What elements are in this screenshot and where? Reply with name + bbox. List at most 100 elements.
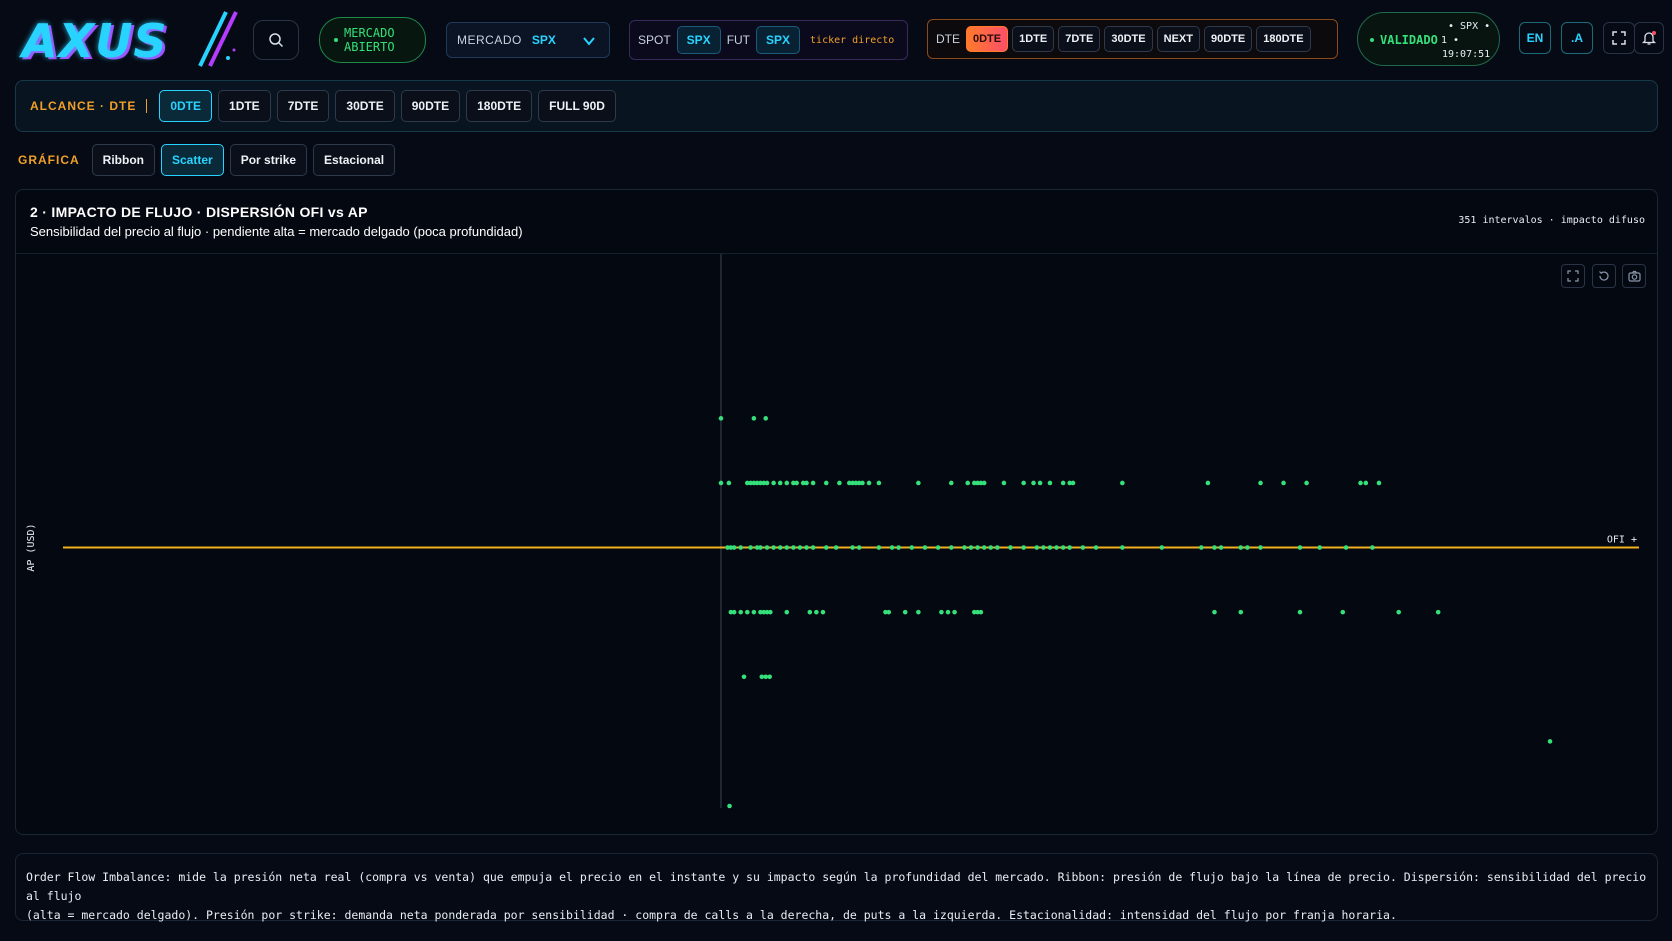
scatter-point[interactable]: [886, 609, 892, 615]
scatter-point[interactable]: [866, 480, 872, 486]
scatter-point[interactable]: [1080, 545, 1086, 550]
scatter-point[interactable]: [1021, 545, 1026, 550]
scatter-point[interactable]: [814, 609, 819, 615]
scatter-point[interactable]: [777, 480, 783, 486]
scatter-point[interactable]: [1297, 545, 1303, 550]
scatter-point[interactable]: [1054, 545, 1059, 550]
scatter-point[interactable]: [738, 609, 744, 615]
scatter-point[interactable]: [1238, 545, 1244, 550]
scatter-point[interactable]: [1205, 480, 1211, 486]
scatter-point[interactable]: [791, 545, 796, 550]
scatter-point[interactable]: [1067, 545, 1073, 550]
scatter-point[interactable]: [804, 480, 809, 486]
scatter-point[interactable]: [1008, 545, 1013, 550]
scatter-point[interactable]: [833, 545, 839, 550]
scatter-point[interactable]: [1258, 480, 1263, 486]
scatter-point[interactable]: [981, 480, 987, 486]
scatter-point[interactable]: [1037, 480, 1043, 486]
scatter-point[interactable]: [1435, 609, 1441, 615]
scope-chip-180dte[interactable]: 180DTE: [466, 90, 533, 122]
scatter-point[interactable]: [810, 545, 816, 550]
scatter-point[interactable]: [945, 609, 951, 615]
scatter-point[interactable]: [948, 480, 954, 486]
scatter-point[interactable]: [968, 545, 974, 550]
scatter-point[interactable]: [1120, 480, 1125, 486]
scatter-point[interactable]: [751, 609, 757, 615]
scatter-point[interactable]: [731, 545, 737, 550]
chart-tab-scatter[interactable]: Scatter: [161, 144, 224, 176]
scatter-point[interactable]: [978, 609, 984, 615]
scatter-point[interactable]: [763, 674, 769, 680]
scatter-point[interactable]: [988, 545, 994, 550]
scatter-point[interactable]: [807, 609, 813, 615]
scatter-point[interactable]: [768, 609, 773, 615]
scatter-point[interactable]: [741, 674, 747, 680]
dte-chip-next[interactable]: NEXT: [1156, 26, 1200, 52]
scatter-point[interactable]: [758, 545, 763, 550]
fut-ticker-chip[interactable]: SPX: [756, 26, 801, 54]
scatter-point[interactable]: [759, 674, 765, 680]
language-button[interactable]: EN: [1519, 22, 1551, 54]
scatter-point[interactable]: [1212, 545, 1217, 550]
scatter-point[interactable]: [810, 480, 816, 486]
scatter-point[interactable]: [718, 416, 724, 421]
scatter-point[interactable]: [948, 545, 954, 550]
scatter-point[interactable]: [1340, 609, 1346, 615]
scatter-point[interactable]: [1041, 545, 1046, 550]
scatter-point[interactable]: [896, 545, 901, 550]
scatter-point[interactable]: [1060, 480, 1066, 486]
scatter-point[interactable]: [1218, 545, 1224, 550]
scatter-point[interactable]: [726, 480, 732, 486]
scatter-point[interactable]: [1258, 545, 1263, 550]
scatter-point[interactable]: [1358, 480, 1363, 486]
scatter-point[interactable]: [1001, 480, 1007, 486]
scatter-point[interactable]: [922, 545, 928, 550]
scatter-point[interactable]: [1297, 609, 1303, 615]
scatter-point[interactable]: [1199, 545, 1204, 550]
scatter-point[interactable]: [1021, 480, 1026, 486]
scatter-point[interactable]: [1376, 480, 1382, 486]
scatter-point[interactable]: [804, 545, 809, 550]
dte-chip-0dte[interactable]: 0DTE: [966, 26, 1009, 52]
font-size-button[interactable]: .A: [1561, 22, 1593, 54]
scatter-point[interactable]: [777, 545, 783, 550]
scatter-point[interactable]: [744, 609, 750, 615]
scatter-point[interactable]: [1031, 480, 1036, 486]
scope-chip-90dte[interactable]: 90DTE: [400, 90, 461, 122]
scope-chip-7dte[interactable]: 7DTE: [276, 90, 330, 122]
scatter-point[interactable]: [935, 545, 941, 550]
scatter-point[interactable]: [889, 545, 895, 550]
scatter-point[interactable]: [1547, 739, 1553, 744]
scatter-point[interactable]: [764, 480, 770, 486]
scatter-point[interactable]: [939, 609, 944, 615]
scatter-point[interactable]: [1343, 545, 1349, 550]
scatter-point[interactable]: [764, 545, 770, 550]
chart-tab-por-strike[interactable]: Por strike: [229, 144, 308, 176]
scope-chip-full-90d[interactable]: FULL 90D: [538, 90, 616, 122]
scatter-point[interactable]: [1281, 480, 1286, 486]
scatter-point[interactable]: [823, 480, 829, 486]
scatter-point[interactable]: [1370, 545, 1375, 550]
scatter-chart[interactable]: OFI + AP (USD): [16, 254, 1657, 834]
scatter-point[interactable]: [850, 545, 855, 550]
dte-chip-1dte[interactable]: 1DTE: [1012, 26, 1055, 52]
scatter-point[interactable]: [1304, 480, 1309, 486]
scatter-point[interactable]: [1034, 545, 1040, 550]
search-button[interactable]: [253, 20, 299, 60]
spot-ticker-chip[interactable]: SPX: [676, 26, 721, 54]
scatter-point[interactable]: [784, 609, 790, 615]
scatter-point[interactable]: [1396, 609, 1401, 615]
scatter-point[interactable]: [1120, 545, 1125, 550]
scatter-point[interactable]: [718, 480, 724, 486]
scatter-point[interactable]: [823, 545, 829, 550]
scatter-point[interactable]: [1047, 545, 1053, 550]
scatter-point[interactable]: [738, 545, 744, 550]
scatter-point[interactable]: [1047, 480, 1053, 486]
market-selector[interactable]: MERCADO SPX: [446, 22, 610, 58]
chart-tab-estacional[interactable]: Estacional: [313, 144, 396, 176]
scatter-point[interactable]: [902, 609, 908, 615]
chart-tab-ribbon[interactable]: Ribbon: [91, 144, 155, 176]
dte-chip-30dte[interactable]: 30DTE: [1104, 26, 1153, 52]
scatter-point[interactable]: [962, 545, 967, 550]
fullscreen-button[interactable]: [1603, 22, 1635, 54]
